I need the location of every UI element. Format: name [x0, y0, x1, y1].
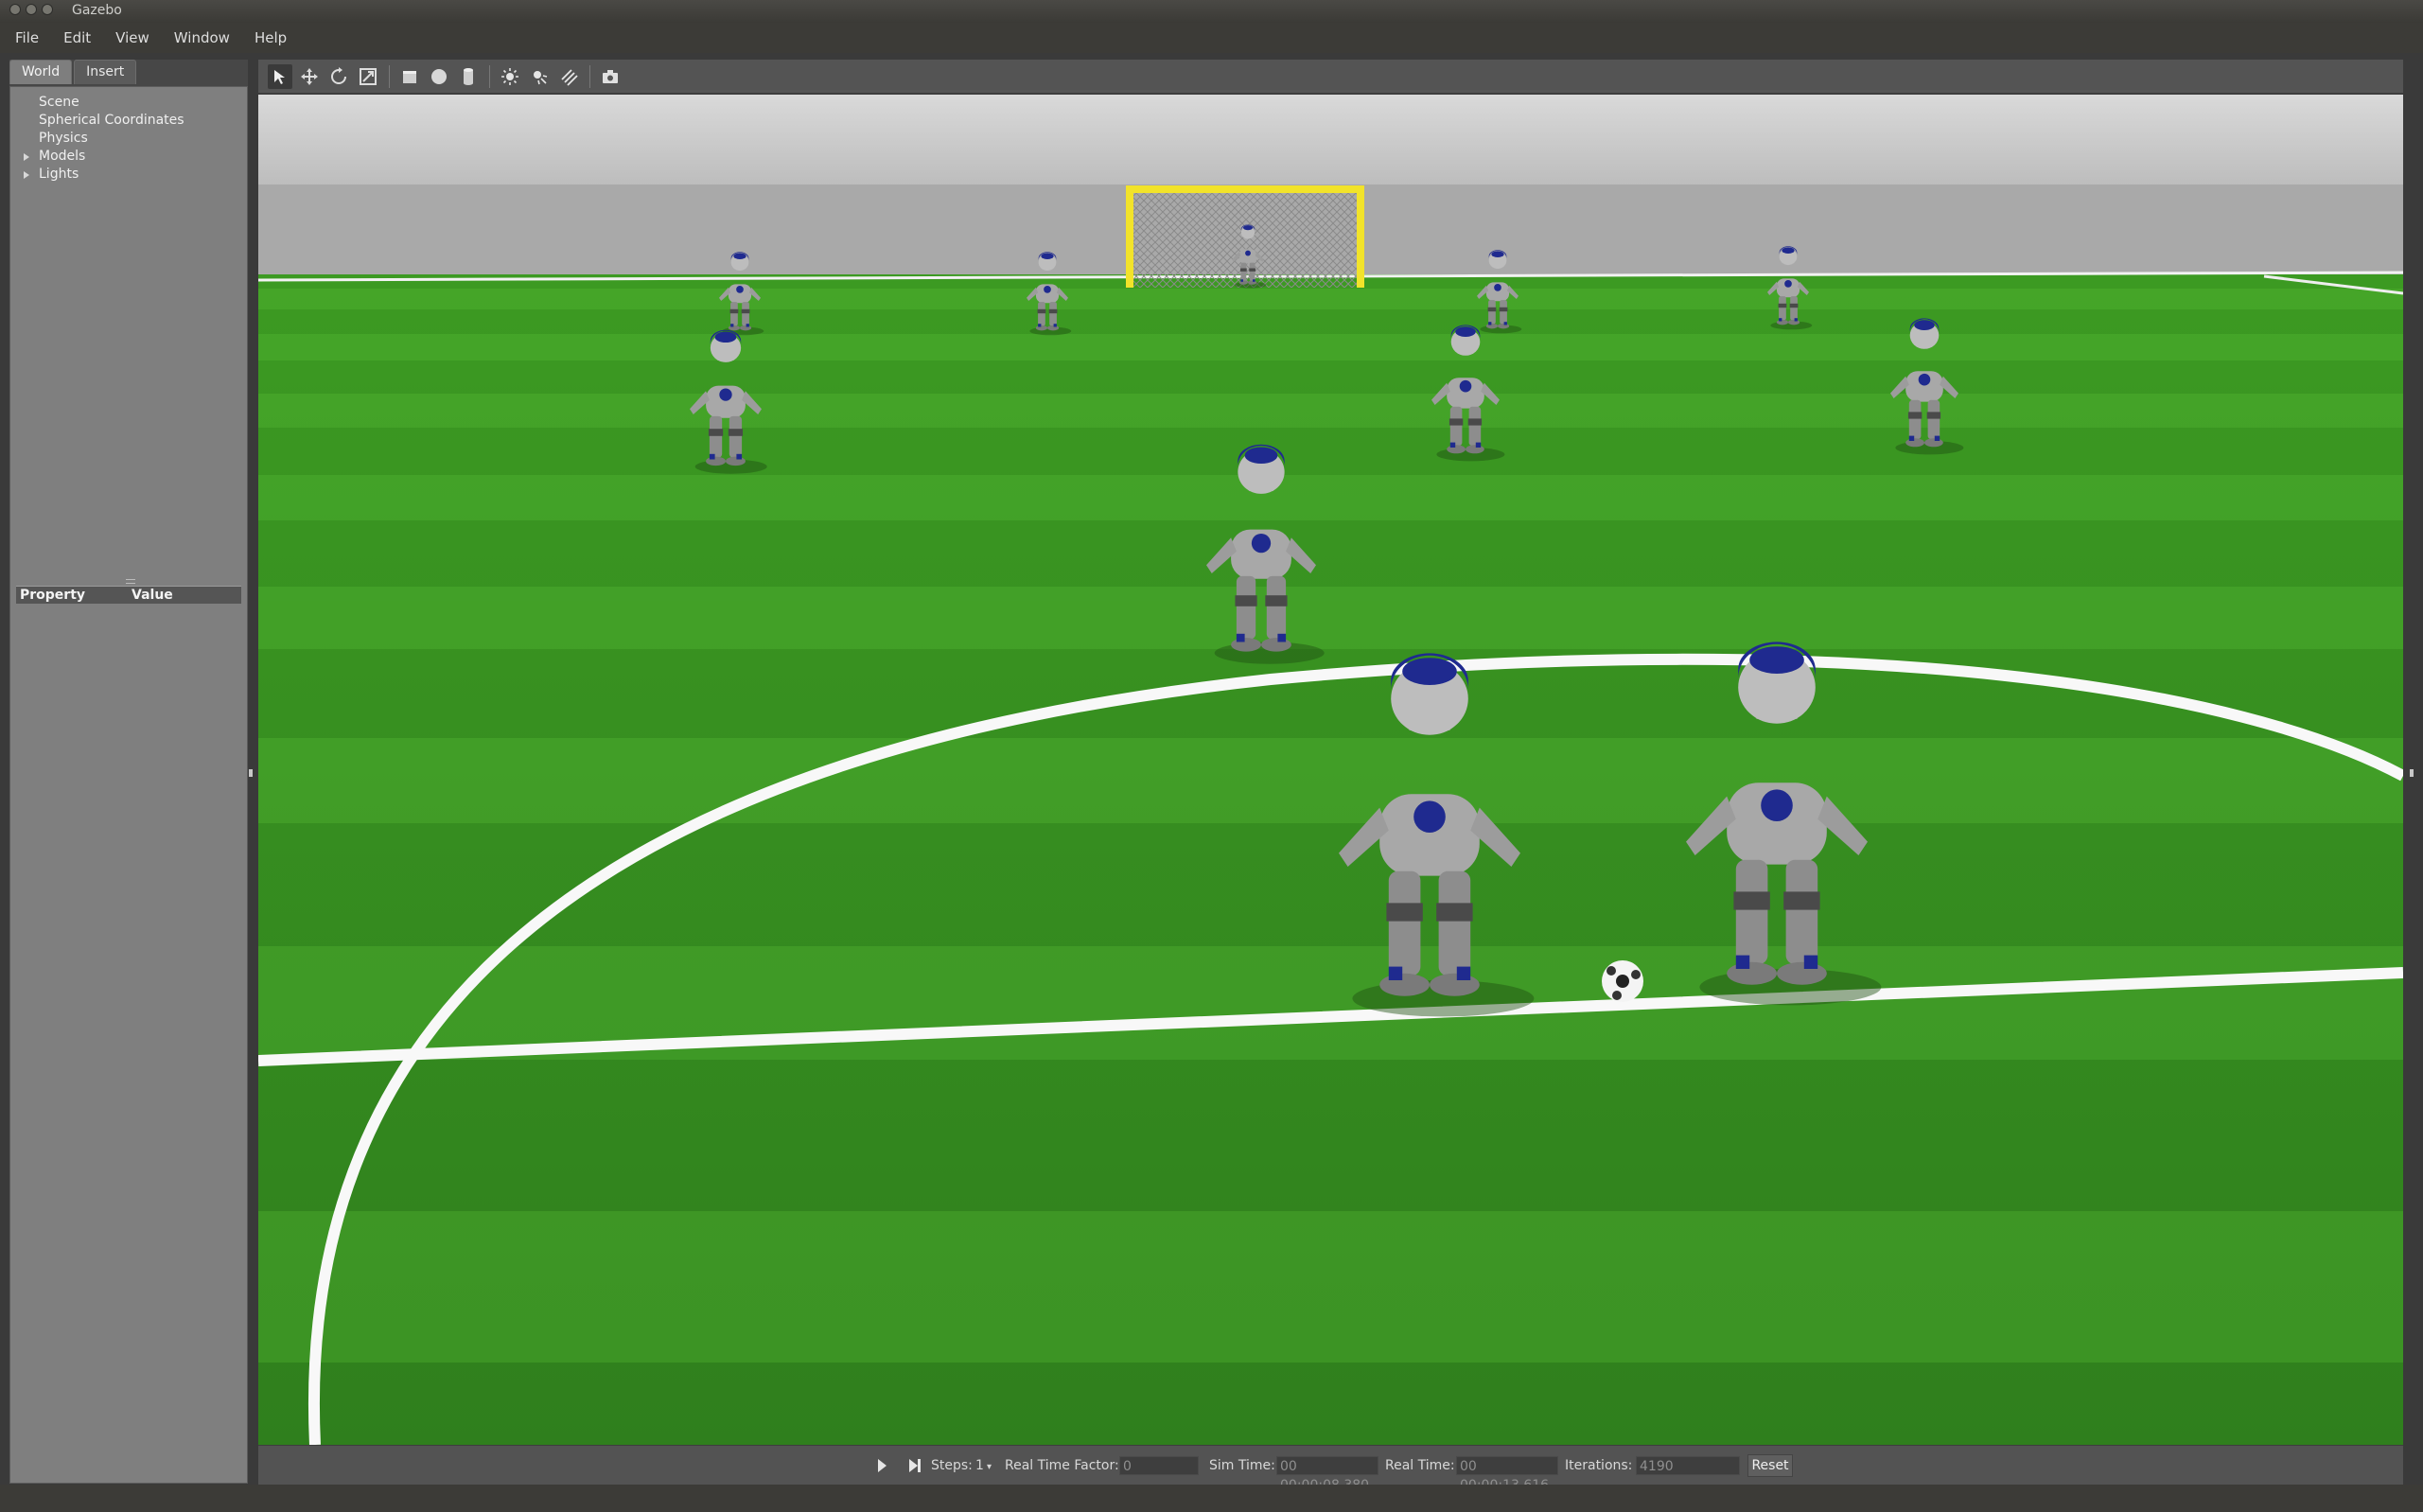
splitter-handle[interactable] [126, 579, 135, 584]
rotate-icon[interactable] [326, 64, 351, 89]
tree-item-scene[interactable]: Scene [39, 95, 79, 110]
menu-edit[interactable]: Edit [48, 29, 100, 46]
cylinder-icon[interactable] [456, 64, 481, 89]
step-icon[interactable] [909, 1459, 918, 1472]
box-icon[interactable] [397, 64, 422, 89]
iterations-field: 4190 [1636, 1456, 1740, 1475]
real-time-factor-field: 0 [1119, 1456, 1199, 1475]
tree-item-models[interactable]: Models [39, 149, 85, 164]
property-column-header: Property [20, 588, 86, 603]
3d-viewport[interactable] [258, 95, 2403, 1445]
tree-item-physics[interactable]: Physics [39, 131, 88, 146]
left-panel: World Insert Scene Spherical Coordinates… [9, 60, 248, 1484]
toolbar-separator [489, 64, 490, 88]
menu-bar: File Edit View Window Help [0, 23, 2423, 53]
menu-view[interactable]: View [100, 29, 159, 46]
value-column-header: Value [132, 588, 173, 603]
expand-arrow-icon[interactable] [24, 153, 29, 161]
toolbar-separator [589, 64, 590, 88]
window-titlebar: Gazebo [0, 0, 2423, 24]
left-panel-resize-handle[interactable] [249, 769, 253, 777]
screenshot-icon[interactable] [598, 64, 623, 89]
close-window-button[interactable] [9, 4, 21, 15]
property-table-header: Property Value [16, 586, 241, 604]
menu-window[interactable]: Window [159, 29, 239, 46]
real-time-field: 00 00:00:13.616 [1456, 1456, 1558, 1493]
menu-help[interactable]: Help [239, 29, 296, 46]
scene-toolbar [258, 60, 2403, 94]
minimize-window-button[interactable] [26, 4, 37, 15]
maximize-window-button[interactable] [42, 4, 53, 15]
iterations-label: Iterations: [1565, 1458, 1633, 1473]
tab-world[interactable]: World [9, 60, 73, 84]
spot-light-icon[interactable] [527, 64, 552, 89]
reset-button[interactable]: Reset [1747, 1454, 1793, 1477]
play-icon[interactable] [878, 1459, 887, 1472]
translate-icon[interactable] [297, 64, 322, 89]
step-bar-icon [918, 1459, 921, 1472]
expand-arrow-icon[interactable] [24, 171, 29, 179]
select-icon[interactable] [268, 63, 292, 89]
sim-time-field: 00 00:00:08.380 [1276, 1456, 1378, 1493]
directional-light-icon[interactable] [556, 64, 581, 89]
steps-value[interactable]: 1 [975, 1458, 984, 1473]
status-bar: Steps: 1 ▾ Real Time Factor: 0 Sim Time:… [258, 1445, 2403, 1493]
panel-tabs: World Insert [9, 60, 137, 84]
real-time-factor-label: Real Time Factor: [1005, 1458, 1119, 1473]
scale-icon[interactable] [356, 64, 380, 89]
window-controls [9, 4, 53, 15]
menu-file[interactable]: File [0, 29, 48, 46]
world-tree: Scene Spherical Coordinates Physics Mode… [9, 86, 248, 1484]
point-light-icon[interactable] [498, 64, 522, 89]
right-panel-resize-handle[interactable] [2410, 769, 2414, 777]
tab-insert[interactable]: Insert [74, 60, 137, 84]
sim-time-label: Sim Time: [1209, 1458, 1275, 1473]
tree-item-spherical-coordinates[interactable]: Spherical Coordinates [39, 113, 184, 128]
bottom-strip [0, 1485, 2423, 1512]
tree-item-lights[interactable]: Lights [39, 167, 79, 182]
toolbar-separator [389, 64, 390, 88]
steps-label: Steps: [931, 1458, 973, 1473]
real-time-label: Real Time: [1385, 1458, 1455, 1473]
steps-dropdown-icon[interactable]: ▾ [987, 1462, 992, 1472]
window-title: Gazebo [72, 3, 122, 18]
sphere-icon[interactable] [427, 64, 451, 89]
